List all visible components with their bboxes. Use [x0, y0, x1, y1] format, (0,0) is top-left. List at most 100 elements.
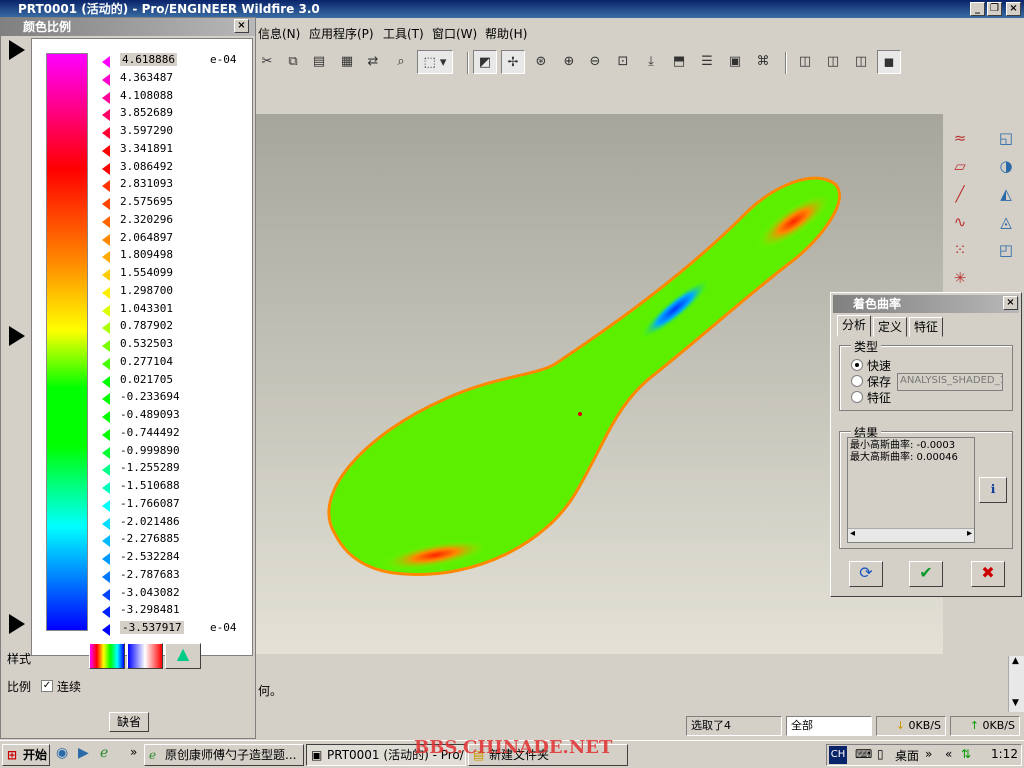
menu-info[interactable]: 信息(N)	[258, 25, 300, 42]
appearance-icon[interactable]: ⌘	[751, 50, 775, 74]
datum-point-icon[interactable]: ⁙	[948, 238, 972, 262]
spin-center-icon[interactable]: ⊛	[529, 50, 553, 74]
task-browser[interactable]: ℯ 原创康师傅勺子造型题...	[144, 744, 304, 766]
close-button[interactable]: ×	[1006, 2, 1021, 16]
scale-marker-icon[interactable]	[102, 269, 110, 281]
media-player-icon[interactable]: ▶	[78, 745, 89, 761]
menu-tools[interactable]: 工具(T)	[383, 25, 424, 42]
selection-filter-icon[interactable]: ⬚ ▾	[417, 50, 453, 74]
tab-analysis[interactable]: 分析	[837, 315, 871, 337]
find-icon[interactable]: ⌕	[389, 50, 413, 74]
style-continuous-button[interactable]	[89, 643, 125, 669]
scale-marker-icon[interactable]	[102, 304, 110, 317]
paste-icon[interactable]: ▤	[307, 50, 331, 74]
blend-icon[interactable]: ◬	[994, 210, 1018, 234]
scale-marker-icon[interactable]	[102, 286, 110, 299]
quicklaunch-more-icon[interactable]: »	[130, 745, 137, 759]
scale-marker-icon[interactable]	[102, 446, 110, 459]
info-button[interactable]: ℹ	[979, 477, 1007, 503]
color-scale-close-button[interactable]: ×	[234, 19, 249, 33]
ok-button[interactable]: ✔	[909, 561, 943, 587]
reorient-icon[interactable]: ⤓	[639, 50, 663, 74]
continuous-checkbox[interactable]: ✓	[41, 680, 53, 692]
type-saved-radio[interactable]	[851, 375, 863, 387]
default-button[interactable]: 缺省	[109, 712, 149, 732]
scale-marker-icon[interactable]	[102, 570, 110, 583]
dialog-close-button[interactable]: ×	[1003, 296, 1018, 310]
desktop-more-icon[interactable]: »	[925, 747, 932, 761]
clock[interactable]: 1:12	[991, 747, 1018, 761]
scale-marker-icon[interactable]	[102, 553, 110, 565]
scroll-left-icon[interactable]: ◂	[850, 528, 855, 540]
scale-bottom-handle[interactable]	[9, 614, 25, 634]
scroll-right-icon[interactable]: ▸	[967, 528, 972, 540]
scale-marker-icon[interactable]	[102, 499, 110, 512]
scale-marker-icon[interactable]	[102, 56, 110, 68]
scale-marker-icon[interactable]	[102, 535, 110, 548]
no-hidden-icon[interactable]: ◫	[849, 50, 873, 74]
scale-marker-icon[interactable]	[102, 588, 110, 601]
show-desktop-icon[interactable]: ◉	[56, 745, 68, 761]
start-button[interactable]: ⊞ 开始	[2, 744, 50, 766]
refit-icon[interactable]: ⊡	[611, 50, 635, 74]
tab-definition[interactable]: 定义	[873, 317, 907, 337]
boundary-blend-icon[interactable]: ◰	[994, 238, 1018, 262]
menu-window[interactable]: 窗口(W)	[432, 25, 477, 42]
datum-curve-icon[interactable]: ∿	[948, 210, 972, 234]
scale-marker-icon[interactable]	[102, 411, 110, 423]
desktop-label[interactable]: 桌面	[895, 747, 919, 764]
selection-filter-dropdown[interactable]: 全部	[786, 716, 872, 736]
scale-marker-icon[interactable]	[102, 91, 110, 104]
type-quick-radio[interactable]	[851, 359, 863, 371]
scale-marker-icon[interactable]	[102, 127, 110, 139]
network-icon[interactable]: ⇅	[961, 747, 971, 761]
cut-icon[interactable]: ✂	[255, 50, 279, 74]
scale-middle-handle[interactable]	[9, 326, 25, 346]
wireframe-icon[interactable]: ◫	[793, 50, 817, 74]
scale-marker-icon[interactable]	[102, 144, 110, 157]
scale-marker-icon[interactable]	[102, 73, 110, 86]
scale-marker-icon[interactable]	[102, 606, 110, 619]
saved-views-icon[interactable]: ⬒	[667, 50, 691, 74]
scale-marker-icon[interactable]	[102, 393, 110, 406]
scale-marker-icon[interactable]	[102, 198, 110, 210]
scroll-up-icon[interactable]: ▲	[1012, 656, 1019, 666]
cancel-button[interactable]: ✖	[971, 561, 1005, 587]
scale-marker-icon[interactable]	[102, 624, 110, 636]
repeat-analysis-button[interactable]: ⟳	[849, 561, 883, 587]
coordinate-system-icon[interactable]: ✳	[948, 266, 972, 290]
restore-button[interactable]: ❐	[987, 2, 1002, 16]
scale-marker-icon[interactable]	[102, 251, 110, 264]
message-scrollbar[interactable]: ▲ ▼	[1008, 656, 1024, 712]
sketch-curve-icon[interactable]: ≈	[948, 126, 972, 150]
sweep-icon[interactable]: ◭	[994, 182, 1018, 206]
scale-value[interactable]: -3.537917	[120, 621, 184, 634]
minimize-button[interactable]: _	[970, 2, 985, 16]
keyboard-icon[interactable]: ⌨	[855, 747, 872, 761]
style-banded-button[interactable]	[127, 643, 163, 669]
zoom-out-icon[interactable]: ⊖	[583, 50, 607, 74]
scale-value[interactable]: 4.618886	[120, 53, 177, 66]
datum-axes-icon[interactable]: ✢	[501, 50, 525, 74]
layers-icon[interactable]: ☰	[695, 50, 719, 74]
scale-marker-icon[interactable]	[102, 109, 110, 122]
revolve-icon[interactable]: ◑	[994, 154, 1018, 178]
results-list[interactable]: 最小高斯曲率: -0.0003 最大高斯曲率: 0.00046 ◂ ▸	[847, 437, 975, 543]
browser-icon[interactable]: ℯ	[100, 745, 108, 761]
scale-marker-icon[interactable]	[102, 322, 110, 335]
copy-icon[interactable]: ⧉	[281, 50, 305, 74]
scale-marker-icon[interactable]	[102, 215, 110, 228]
scale-marker-icon[interactable]	[102, 517, 110, 530]
scale-marker-icon[interactable]	[102, 482, 110, 494]
datum-planes-icon[interactable]: ◩	[473, 50, 497, 74]
style-surface-button[interactable]: ▲	[165, 643, 201, 669]
zoom-in-icon[interactable]: ⊕	[557, 50, 581, 74]
scale-marker-icon[interactable]	[102, 428, 110, 441]
scale-marker-icon[interactable]	[102, 375, 110, 388]
results-horizontal-scrollbar[interactable]: ◂ ▸	[848, 528, 974, 542]
scroll-down-icon[interactable]: ▼	[1012, 698, 1019, 708]
menu-help[interactable]: 帮助(H)	[485, 25, 527, 42]
tray-expand-icon[interactable]: «	[945, 747, 952, 761]
paste-special-icon[interactable]: ▦	[335, 50, 359, 74]
scale-marker-icon[interactable]	[102, 464, 110, 477]
